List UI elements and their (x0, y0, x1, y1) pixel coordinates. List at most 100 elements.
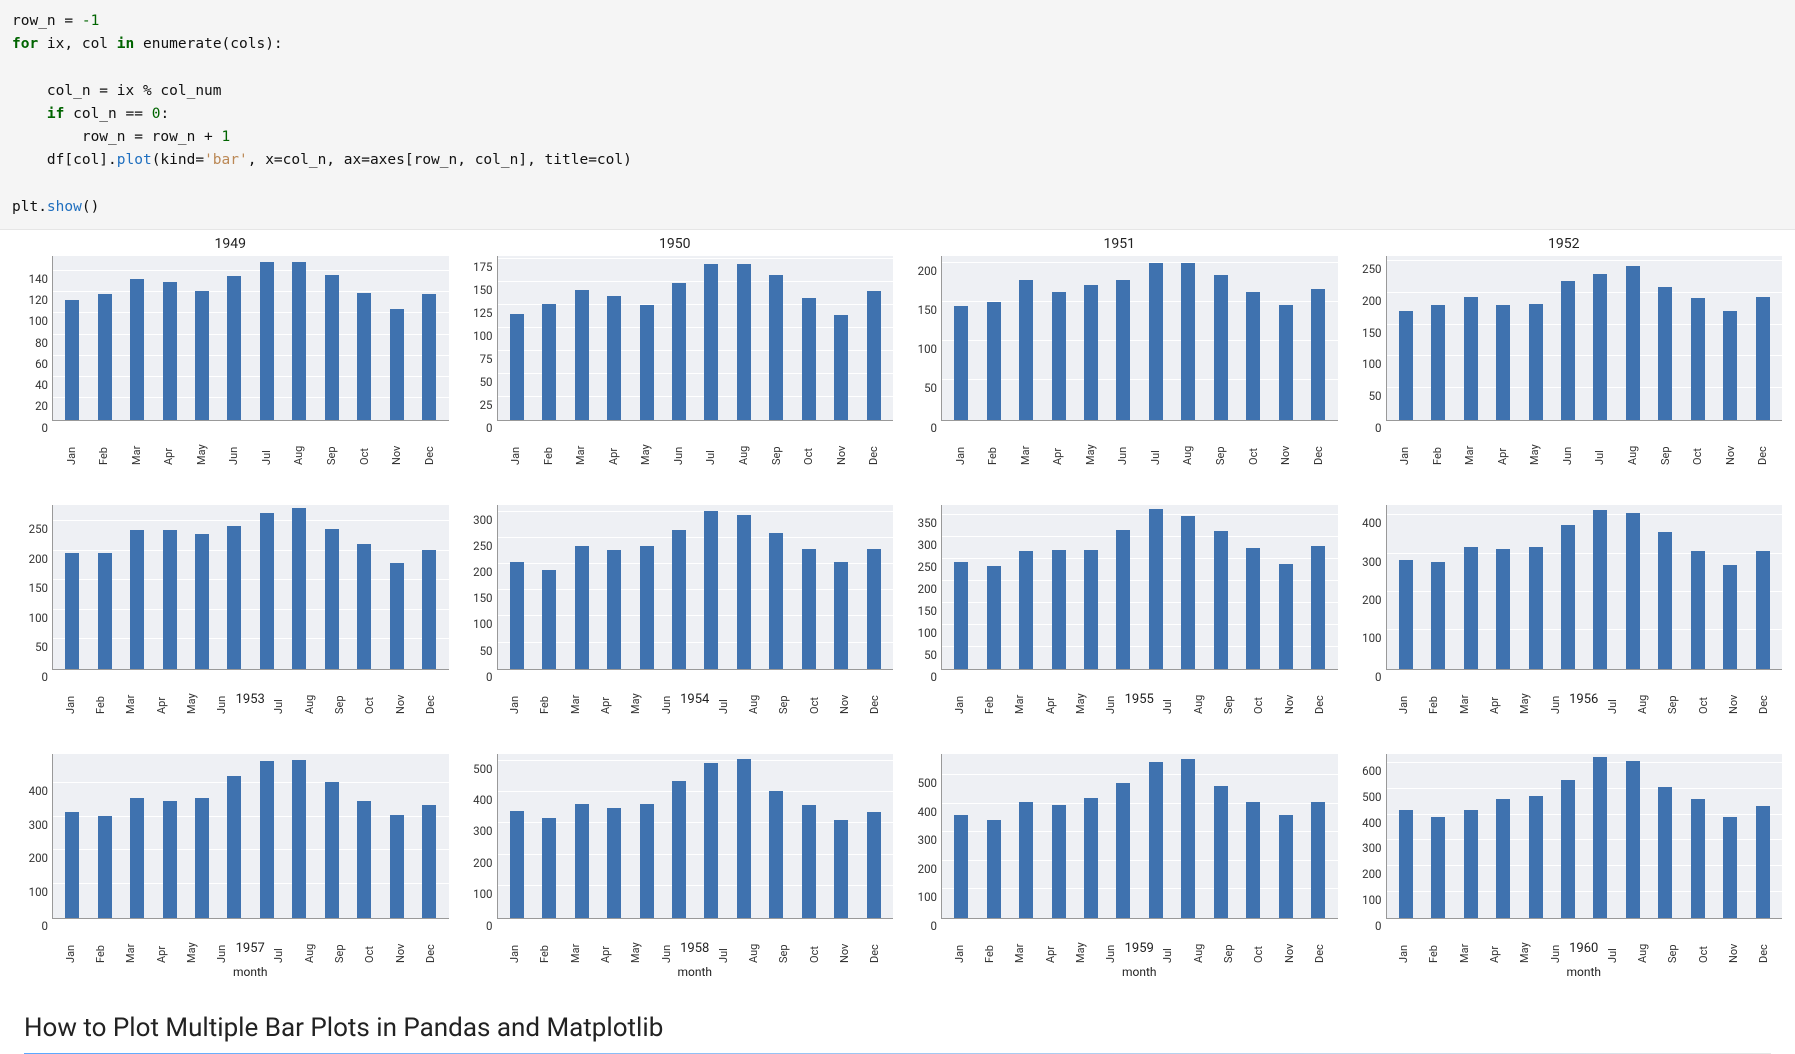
x-tick: Sep (325, 421, 338, 467)
bar (802, 549, 816, 669)
bar (1529, 796, 1543, 918)
y-tick: 50 (1369, 389, 1382, 403)
x-tick: Apr (1488, 670, 1501, 716)
bar (260, 262, 274, 420)
y-tick: 0 (42, 919, 48, 933)
y-axis: 050100150200 (901, 256, 941, 421)
y-tick: 400 (918, 805, 937, 819)
y-axis: 0100200300400 (1346, 505, 1386, 670)
y-tick: 100 (1362, 357, 1381, 371)
bar (510, 314, 524, 419)
chart-title (12, 734, 449, 754)
plot-area (941, 505, 1338, 670)
x-tick: Aug (1192, 919, 1205, 965)
chart-title-inline: 1954 (680, 692, 709, 707)
chart-title-inline: 1956 (1569, 692, 1598, 707)
x-tick: Sep (1666, 670, 1679, 716)
x-axis-label: month (52, 965, 449, 983)
chart-title (457, 485, 894, 505)
bar (1658, 787, 1672, 918)
x-tick: Dec (1757, 919, 1770, 965)
bar (1084, 285, 1098, 420)
y-tick: 100 (29, 885, 48, 899)
y-tick: 100 (473, 329, 492, 343)
bar (834, 820, 848, 917)
y-tick: 200 (1362, 593, 1381, 607)
bar (1214, 275, 1228, 420)
bar (422, 294, 436, 420)
x-axis: JanFebMarAprMayJun1953JulAugSepOctNovDec (52, 670, 449, 716)
bar (1464, 297, 1478, 419)
x-tick: Feb (1427, 919, 1440, 965)
bar (1246, 548, 1260, 669)
x-tick: May (1074, 919, 1087, 965)
y-tick: 300 (473, 513, 492, 527)
x-tick: Mar (1013, 919, 1026, 965)
chart-title-inline: 1960 (1569, 941, 1598, 956)
x-tick: Jan (954, 421, 967, 467)
bar (195, 291, 209, 420)
y-tick: 150 (918, 303, 937, 317)
y-tick: 140 (29, 272, 48, 286)
x-tick: Jun (672, 421, 685, 467)
chart-title: 1950 (457, 236, 894, 256)
x-tick: Sep (777, 919, 790, 965)
y-tick: 0 (486, 670, 492, 684)
x-tick: May (639, 421, 652, 467)
y-tick: 75 (480, 352, 493, 366)
x-tick: Aug (1626, 421, 1639, 467)
y-tick: 0 (931, 919, 937, 933)
bar (1561, 525, 1575, 669)
x-tick: Oct (1247, 421, 1260, 467)
bar (1561, 780, 1575, 918)
y-axis: 0100200300400500600 (1346, 754, 1386, 919)
bar (65, 553, 79, 669)
plot-area (497, 505, 894, 670)
x-tick: Jun (227, 421, 240, 467)
x-tick: May (1518, 670, 1531, 716)
subplot-1951: 1951050100150200JanFebMarAprMayJunJulAug… (901, 236, 1338, 485)
x-tick: Apr (1051, 421, 1064, 467)
bar (260, 761, 274, 918)
bar (704, 763, 718, 917)
bar (1691, 298, 1705, 419)
x-tick: Apr (155, 670, 168, 716)
bar (575, 546, 589, 669)
bar (1181, 759, 1195, 918)
y-tick: 100 (473, 887, 492, 901)
bar (1279, 815, 1293, 918)
bar (390, 815, 404, 918)
x-tick: Sep (1659, 421, 1672, 467)
x-tick: Feb (983, 919, 996, 965)
plot-area (941, 754, 1338, 919)
x-tick: Apr (1044, 670, 1057, 716)
bar (1593, 510, 1607, 668)
bar (1399, 311, 1413, 420)
bar (1756, 806, 1770, 917)
bar (98, 294, 112, 420)
x-tick: Mar (124, 670, 137, 716)
plot-area (1386, 505, 1783, 670)
x-tick: Aug (1636, 670, 1649, 716)
bar (769, 275, 783, 420)
chart-title-inline: 1955 (1125, 692, 1154, 707)
bar (357, 544, 371, 668)
x-tick: Oct (808, 670, 821, 716)
bar (1019, 802, 1033, 918)
x-tick: Aug (737, 421, 750, 467)
x-tick: Jun (1104, 670, 1117, 716)
x-tick: Aug (747, 670, 760, 716)
bar (1593, 757, 1607, 917)
y-tick: 300 (918, 833, 937, 847)
y-tick: 150 (473, 591, 492, 605)
x-axis-label (52, 467, 449, 485)
bar (1399, 810, 1413, 918)
bar (704, 511, 718, 669)
bar (1052, 292, 1066, 420)
chart-title-inline: 1953 (236, 692, 265, 707)
y-tick: 350 (918, 516, 937, 530)
x-axis-label (497, 716, 894, 734)
x-tick: Sep (1222, 670, 1235, 716)
x-tick: Feb (542, 421, 555, 467)
bar (1116, 783, 1130, 917)
